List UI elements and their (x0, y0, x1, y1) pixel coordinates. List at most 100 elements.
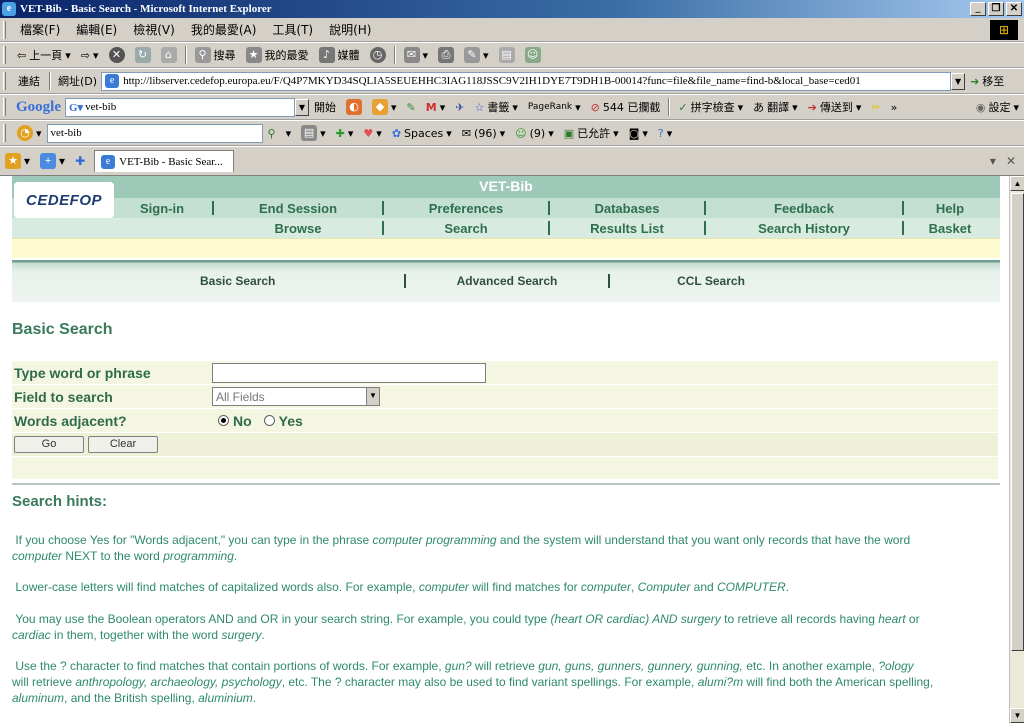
scroll-up-button[interactable]: ▲ (1010, 176, 1024, 191)
go-label: 移至 (982, 75, 1005, 88)
live-addons-button[interactable]: ✚ ▾ (331, 127, 359, 140)
live-favorites-button[interactable]: ♥ ▾ (358, 127, 386, 140)
bookmarks-button[interactable]: ☆ 書籤 ▾ (469, 99, 522, 115)
address-input[interactable]: e http://libserver.cedefop.europa.eu/F/Q… (101, 71, 952, 91)
links-label[interactable]: 連結 (12, 73, 46, 89)
back-arrow-icon: ⇦ (17, 48, 27, 62)
toolbar-grip[interactable] (3, 20, 6, 39)
settings-button[interactable]: ◉ 設定 ▾ (971, 99, 1024, 115)
add-favorite-button[interactable]: + ▾ (35, 153, 70, 169)
tab-ccl-search[interactable]: CCL Search (610, 274, 812, 288)
refresh-button[interactable]: ↻ (130, 47, 156, 63)
google-dropdown-button[interactable]: ▼ (295, 98, 309, 116)
live-search-button[interactable]: ⚲ (263, 127, 281, 140)
live-news-button[interactable]: ▤ ▾ (296, 125, 331, 141)
mail-button[interactable]: ✉ ▾ (399, 47, 434, 63)
spellcheck-button[interactable]: ✓ 拼字檢查 ▾ (673, 99, 748, 115)
live-logo-button[interactable]: ◔ ▾ (12, 125, 47, 141)
search-input[interactable] (212, 362, 486, 383)
stop-button[interactable]: ✕ (104, 47, 130, 63)
menu-view[interactable]: 檢視(V) (125, 21, 183, 38)
back-button[interactable]: ⇦ 上一頁 ▾ (12, 47, 76, 63)
nav-help[interactable]: Help (904, 201, 996, 216)
google-pen-button[interactable]: ✎ (402, 101, 421, 114)
nav-basket[interactable]: Basket (904, 221, 996, 236)
new-tab-button[interactable]: ✚ (70, 154, 90, 168)
vertical-scrollbar[interactable]: ▲ ▼ (1009, 176, 1024, 723)
menu-favorites[interactable]: 我的最愛(A) (183, 21, 265, 38)
favorites-button[interactable]: ★ 我的最愛 (241, 47, 314, 63)
hint-text: and the system will understand that you … (496, 533, 911, 547)
popup-blocker-button[interactable]: ⊘ 544 已攔截 (586, 99, 666, 115)
menu-edit[interactable]: 編輯(E) (68, 21, 125, 38)
hint-text: . (233, 549, 238, 563)
print-button[interactable]: ⎙ (433, 47, 459, 63)
history-button[interactable]: ◷ (365, 47, 391, 63)
forward-button[interactable]: ⇨ ▾ (76, 49, 104, 62)
tab-basic-search[interactable]: Basic Search (12, 274, 404, 288)
nav-sign-in[interactable]: Sign-in (112, 201, 212, 216)
google-search-button[interactable]: 開始 (309, 99, 341, 115)
more-button[interactable]: » (886, 101, 903, 114)
menu-help[interactable]: 說明(H) (321, 21, 379, 38)
google-news-button[interactable]: ◐ (341, 99, 367, 115)
home-button[interactable]: ⌂ (156, 47, 182, 63)
nav-feedback[interactable]: Feedback (706, 201, 902, 216)
form-spacer-row (12, 457, 998, 479)
live-mail-button[interactable]: ✉ (96) ▾ (457, 127, 510, 140)
scroll-down-button[interactable]: ▼ (1010, 708, 1024, 723)
nav-search-history[interactable]: Search History (706, 221, 902, 236)
nav-search[interactable]: Search (384, 221, 548, 236)
popup-allowed-button[interactable]: ▣ 已允許 ▾ (559, 125, 624, 141)
media-button[interactable]: ♪ 媒體 (314, 47, 365, 63)
translate-button[interactable]: あ翻譯 ▾ (748, 99, 803, 115)
messenger-button[interactable]: ☺ (520, 47, 546, 63)
google-search-input[interactable]: G▾ vet-bib (65, 97, 295, 117)
go-search-button[interactable]: Go (14, 436, 84, 453)
adjacent-no-label: No (233, 412, 252, 429)
tab-list-icon[interactable]: ▾ (990, 154, 996, 168)
close-button[interactable]: ✕ (1006, 2, 1022, 16)
live-messenger-button[interactable]: ☺ (9) ▾ (510, 127, 559, 140)
toolbar-grip[interactable] (3, 98, 6, 116)
live-help-button[interactable]: ? ▾ (653, 127, 677, 140)
adjacent-yes-radio[interactable] (263, 415, 275, 426)
nav-browse[interactable]: Browse (214, 221, 382, 236)
field-select[interactable]: All Fields ▼ (212, 387, 380, 406)
search-button[interactable]: ⚲ 搜尋 (190, 47, 241, 63)
go-button[interactable]: ➜ 移至 (965, 73, 1009, 89)
tab-advanced-search[interactable]: Advanced Search (406, 274, 608, 288)
close-tab-icon[interactable]: ✕ (1006, 154, 1016, 168)
nav-databases[interactable]: Databases (550, 201, 704, 216)
toolbar-grip[interactable] (3, 72, 6, 90)
favorites-center-button[interactable]: ★ ▾ (0, 153, 35, 169)
live-search-input[interactable]: vet-bib (46, 123, 263, 143)
google-sidewiki-button[interactable]: ◆ ▾ (367, 99, 402, 115)
adjacent-no-radio[interactable] (218, 415, 229, 426)
restore-button[interactable]: ❐ (988, 2, 1004, 16)
nav-results-list[interactable]: Results List (550, 221, 704, 236)
minimize-button[interactable]: _ (970, 2, 986, 16)
tab-vet-bib[interactable]: e VET-Bib - Basic Sear... (94, 150, 235, 172)
discuss-button[interactable]: ▤ (494, 47, 520, 63)
edit-button[interactable]: ✎ ▾ (459, 47, 494, 63)
spaces-button[interactable]: ✿ Spaces ▾ (387, 127, 457, 140)
google-share-button[interactable]: ✈ (450, 101, 469, 114)
pagerank-indicator[interactable]: PageRank ▾ (523, 101, 586, 114)
send-to-button[interactable]: ➔ 傳送到 ▾ (803, 99, 867, 115)
clear-button[interactable]: Clear (88, 436, 158, 453)
menu-tools[interactable]: 工具(T) (264, 21, 321, 38)
live-dropdown-button[interactable]: ▾ (281, 127, 297, 140)
toolbar-grip[interactable] (3, 124, 6, 142)
menu-file[interactable]: 檔案(F) (12, 21, 68, 38)
highlight-button[interactable]: ✏ (866, 101, 885, 114)
address-dropdown-button[interactable]: ▼ (951, 72, 966, 90)
rss-button[interactable]: ◙ ▾ (624, 127, 653, 140)
toolbar-grip[interactable] (3, 46, 6, 64)
scroll-thumb[interactable] (1011, 193, 1024, 651)
gmail-button[interactable]: M ▾ (421, 101, 450, 114)
cedefop-logo[interactable]: CEDEFOP (14, 182, 114, 218)
nav-preferences[interactable]: Preferences (384, 201, 548, 216)
nav-end-session[interactable]: End Session (214, 201, 382, 216)
google-logo[interactable]: Google (12, 99, 65, 116)
